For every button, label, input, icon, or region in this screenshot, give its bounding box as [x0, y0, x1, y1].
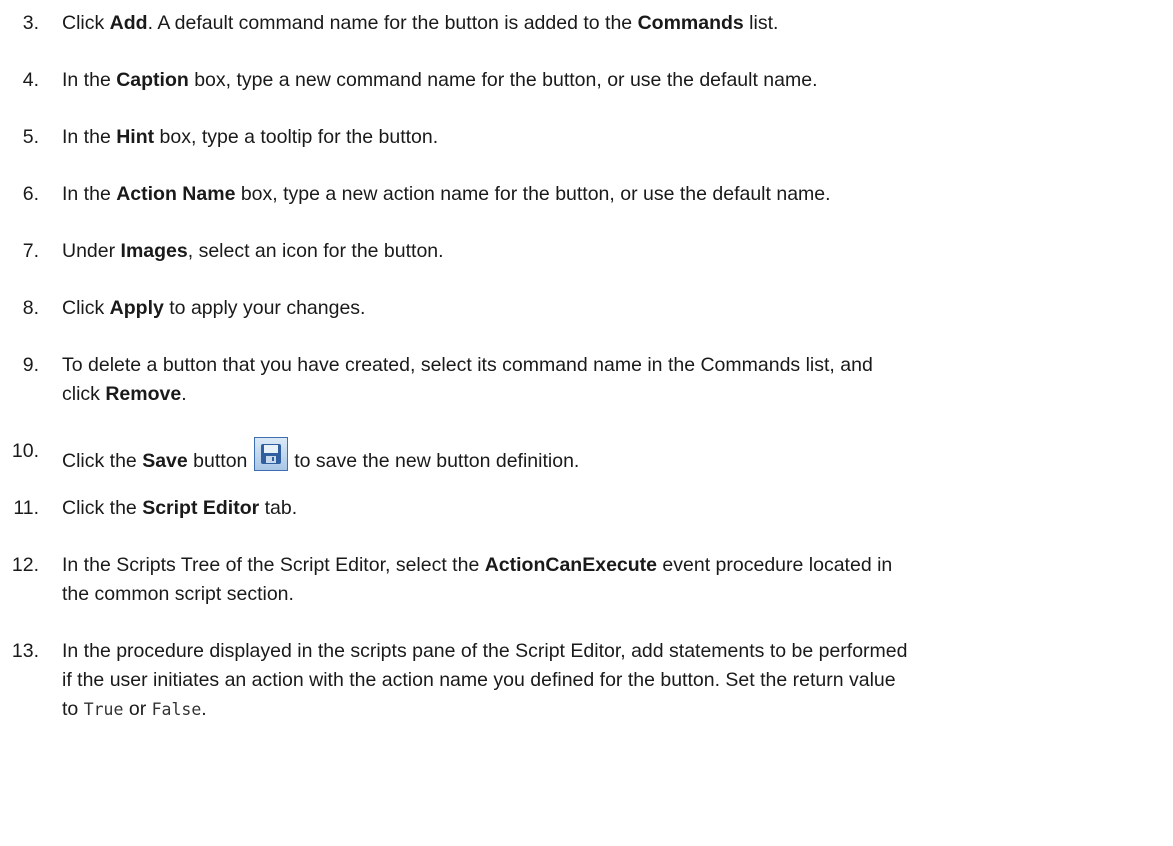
code-value-true: True [83, 700, 124, 719]
step-text: Under Images, select an icon for the but… [62, 240, 444, 262]
step-text: Click Add. A default command name for th… [62, 12, 779, 34]
ui-term-actioncanexecute: ActionCanExecute [484, 554, 658, 576]
ui-term-add: Add [109, 12, 148, 34]
step-number: 3. [22, 12, 39, 34]
ui-term-hint: Hint [116, 126, 155, 148]
step-number: 9. [22, 354, 39, 376]
ui-term-action-name: Action Name [116, 183, 236, 205]
step-number: 13. [11, 640, 39, 662]
step-number: 4. [22, 69, 39, 91]
step-number: 11. [13, 497, 39, 519]
step-text: In the Scripts Tree of the Script Editor… [62, 554, 893, 605]
ui-term-save: Save [142, 450, 188, 472]
step-text: Click the Script Editor tab. [62, 497, 298, 519]
step-text: To delete a button that you have created… [62, 354, 873, 405]
step-number: 10. [11, 440, 39, 462]
ui-term-caption: Caption [116, 69, 189, 91]
step-text: Click Apply to apply your changes. [62, 297, 366, 319]
ui-term-images: Images [120, 240, 188, 262]
step-text: In the Action Name box, type a new actio… [62, 183, 831, 205]
ui-term-remove: Remove [105, 383, 182, 405]
ui-term-script-editor: Script Editor [142, 497, 260, 519]
step-number: 5. [22, 126, 39, 148]
code-value-false: False [151, 700, 202, 719]
floppy-disk-save-icon [253, 437, 288, 471]
step-text: Click the Save button to save the new bu… [62, 437, 1162, 476]
step-text: In the procedure displayed in the script… [62, 640, 908, 720]
ui-term-apply: Apply [109, 297, 164, 319]
step-number: 7. [22, 240, 39, 262]
step-number: 6. [22, 183, 39, 205]
step-number: 12. [11, 554, 39, 576]
step-text: In the Hint box, type a tooltip for the … [62, 126, 439, 148]
instruction-steps: 3. Click Add. A default command name for… [0, 0, 1173, 846]
step-text: In the Caption box, type a new command n… [62, 69, 818, 91]
step-number: 8. [22, 297, 39, 319]
ui-term-commands: Commands [637, 12, 744, 34]
